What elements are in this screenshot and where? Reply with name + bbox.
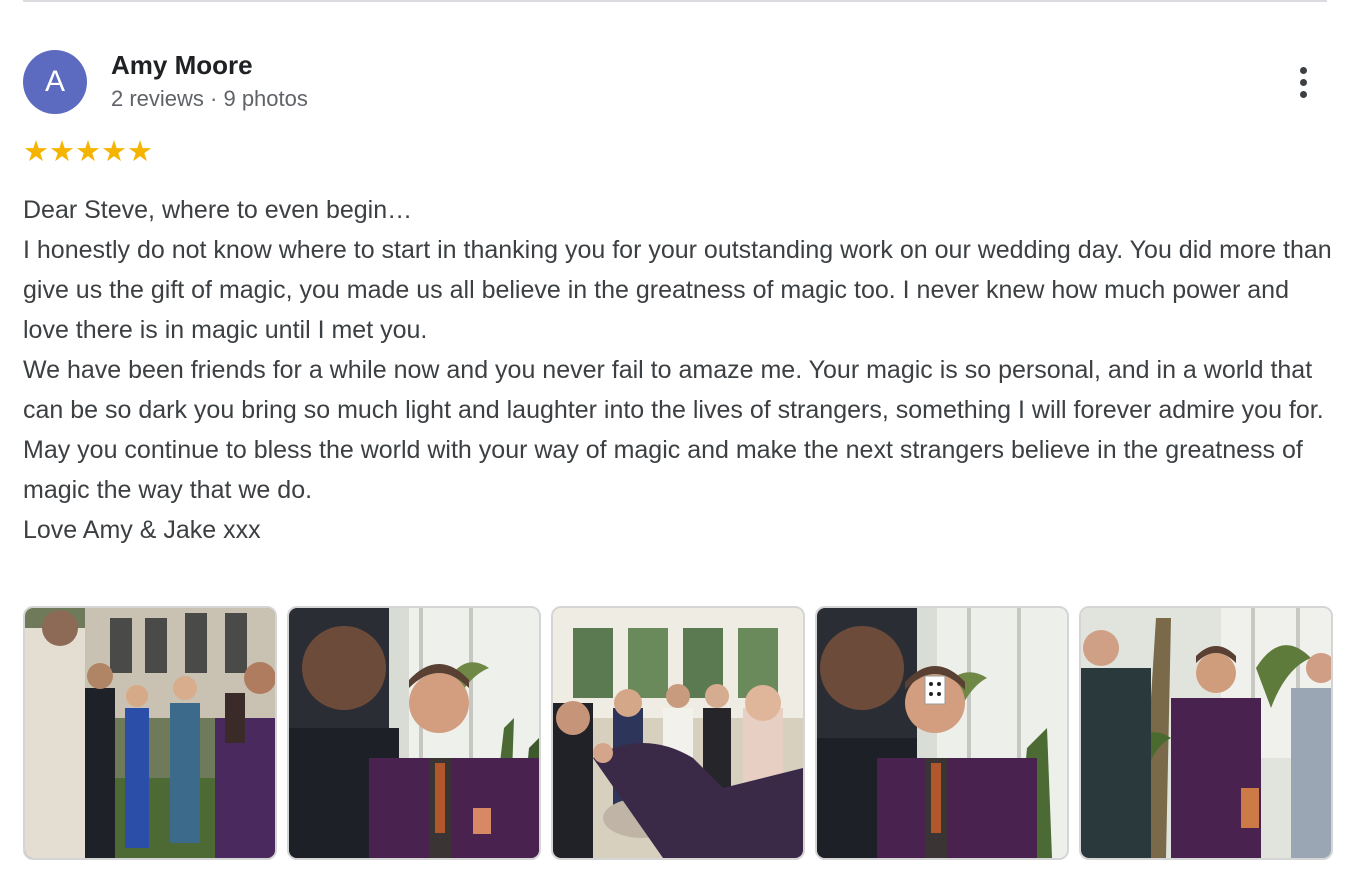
photo-card-on-forehead [817,608,1067,858]
photo-card-trick-guests [1081,608,1331,858]
star-rating: ★★★★★ [23,136,153,168]
reviewer-meta: 2 reviews · 9 photos [111,86,308,111]
more-options-button[interactable] [1285,62,1321,102]
avatar[interactable]: A [23,50,87,114]
review-photo[interactable] [815,606,1069,860]
photo-strip [23,606,1333,860]
more-vert-icon-dot [1299,90,1307,98]
photo-magic-trick-crowd [553,608,803,858]
more-vert-icon-dot [1299,78,1307,86]
review-paragraph: We have been friends for a while now and… [23,356,1324,424]
review-photo[interactable] [287,606,541,860]
review-paragraph: Dear Steve, where to even begin… [23,196,413,224]
reviewer-name[interactable]: Amy Moore [111,50,253,81]
review-photo[interactable] [1079,606,1333,860]
photo-magician-smiling [289,608,539,858]
review-photo[interactable] [551,606,805,860]
avatar-initial: A [44,65,65,98]
review-paragraph: May you continue to bless the world with… [23,436,1303,504]
review-paragraph: I honestly do not know where to start in… [23,236,1332,344]
photo-garden-guests [25,608,275,858]
review-paragraph: Love Amy & Jake xxx [23,516,261,544]
more-vert-icon [1299,66,1307,74]
review-card: A Amy Moore 2 reviews · 9 photos ★★★★★ D… [23,0,1333,882]
review-photo[interactable] [23,606,277,860]
review-text: Dear Steve, where to even begin… I hones… [23,190,1333,550]
